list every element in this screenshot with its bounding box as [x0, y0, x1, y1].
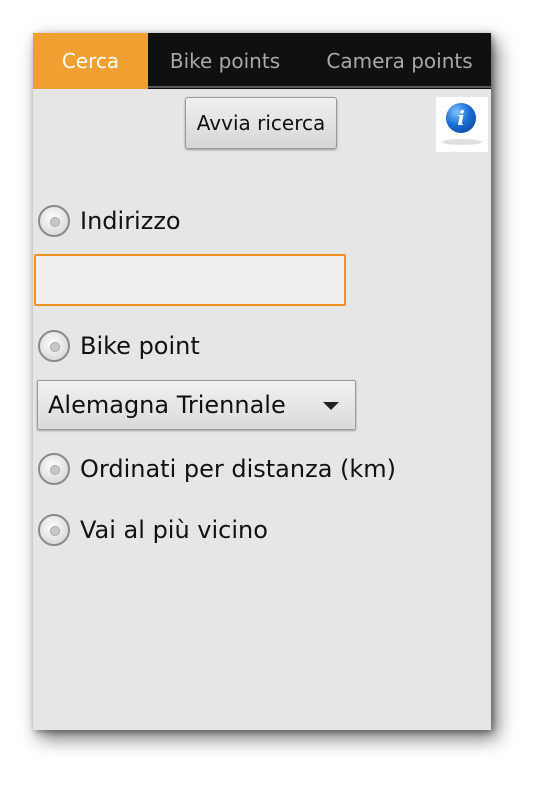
radio-sorted-by-distance[interactable]: Ordinati per distanza (km) [38, 451, 396, 487]
info-icon-shadow [442, 139, 482, 145]
bike-point-selected-value: Alemagna Triennale [48, 391, 286, 419]
tab-bar: Cerca Bike points Camera points [33, 33, 491, 89]
radio-button[interactable] [38, 330, 70, 362]
app-screen: Cerca Bike points Camera points Avvia ri… [33, 33, 491, 730]
info-icon: i [446, 103, 476, 133]
radio-label-sorted-by-distance: Ordinati per distanza (km) [80, 455, 397, 483]
tab-bike-points[interactable]: Bike points [148, 33, 302, 89]
radio-button[interactable] [38, 453, 70, 485]
radio-bike-point[interactable]: Bike point [38, 328, 200, 364]
address-input[interactable] [34, 254, 346, 306]
dropdown-arrow-icon [323, 402, 339, 410]
radio-label-bike-point: Bike point [80, 332, 200, 360]
radio-button[interactable] [38, 205, 70, 237]
tab-divider [148, 86, 491, 88]
radio-address[interactable]: Indirizzo [38, 203, 181, 239]
bike-point-select[interactable]: Alemagna Triennale [37, 380, 356, 430]
radio-label-nearest: Vai al più vicino [80, 516, 268, 544]
radio-button[interactable] [38, 514, 70, 546]
tab-cerca[interactable]: Cerca [33, 33, 148, 89]
radio-label-address: Indirizzo [80, 207, 181, 235]
tab-camera-points[interactable]: Camera points [312, 33, 487, 89]
start-search-button[interactable]: Avvia ricerca [185, 97, 337, 149]
info-button[interactable]: i [436, 97, 488, 152]
radio-nearest[interactable]: Vai al più vicino [38, 512, 268, 548]
